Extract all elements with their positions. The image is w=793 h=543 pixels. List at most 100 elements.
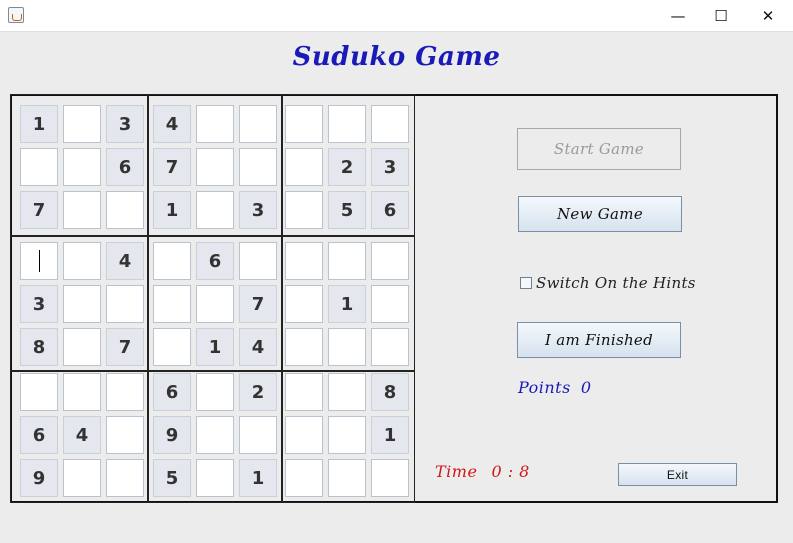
hints-toggle[interactable]: Switch On the Hints <box>520 274 696 292</box>
sudoku-cell[interactable] <box>371 328 409 366</box>
sudoku-cell[interactable] <box>285 285 323 323</box>
sudoku-cell: 9 <box>153 416 191 454</box>
timer-display: Time 0 : 8 <box>435 462 530 481</box>
sudoku-cell[interactable] <box>285 459 323 497</box>
text-caret <box>38 250 40 272</box>
sudoku-cell[interactable] <box>153 242 191 280</box>
sudoku-cell: 5 <box>153 459 191 497</box>
sudoku-cell[interactable] <box>196 148 234 186</box>
sudoku-cell: 1 <box>371 416 409 454</box>
sudoku-cell[interactable] <box>20 242 58 280</box>
points-value: 0 <box>580 378 592 397</box>
sudoku-cell: 8 <box>20 328 58 366</box>
sudoku-cell: 3 <box>106 105 144 143</box>
sudoku-cell: 6 <box>153 373 191 411</box>
sudoku-cell[interactable] <box>285 191 323 229</box>
sudoku-cell[interactable] <box>196 191 234 229</box>
sudoku-cell: 2 <box>239 373 277 411</box>
finished-button[interactable]: I am Finished <box>517 322 681 358</box>
sudoku-cell[interactable] <box>371 242 409 280</box>
sudoku-cell: 2 <box>328 148 366 186</box>
sudoku-cell[interactable] <box>328 373 366 411</box>
sudoku-cell: 1 <box>20 105 58 143</box>
sudoku-cell[interactable] <box>371 285 409 323</box>
sudoku-cell[interactable] <box>285 328 323 366</box>
sudoku-cell[interactable] <box>106 373 144 411</box>
sudoku-cell[interactable] <box>328 416 366 454</box>
sudoku-cell: 6 <box>106 148 144 186</box>
points-label: Points <box>518 378 571 397</box>
sudoku-cell[interactable] <box>328 242 366 280</box>
sudoku-cell: 4 <box>106 242 144 280</box>
start-game-button[interactable]: Start Game <box>517 128 681 170</box>
close-icon[interactable]: ✕ <box>745 0 791 31</box>
sudoku-cell[interactable] <box>63 191 101 229</box>
sudoku-cell[interactable] <box>239 242 277 280</box>
sudoku-cell[interactable] <box>239 105 277 143</box>
sudoku-cell: 3 <box>371 148 409 186</box>
sudoku-cell[interactable] <box>239 416 277 454</box>
sudoku-cell[interactable] <box>328 105 366 143</box>
sudoku-cell[interactable] <box>239 148 277 186</box>
sudoku-cell: 3 <box>239 191 277 229</box>
sudoku-cell[interactable] <box>371 105 409 143</box>
game-title: Suduko Game <box>292 42 501 72</box>
sudoku-cell: 8 <box>371 373 409 411</box>
timer-value: 0 : 8 <box>491 462 530 481</box>
sudoku-cell[interactable] <box>106 285 144 323</box>
maximize-icon[interactable]: ☐ <box>698 0 744 31</box>
sudoku-cell: 6 <box>20 416 58 454</box>
hints-checkbox[interactable] <box>520 277 532 289</box>
sudoku-cell[interactable] <box>328 328 366 366</box>
sudoku-cell: 1 <box>328 285 366 323</box>
sudoku-cell: 7 <box>239 285 277 323</box>
sudoku-cell: 4 <box>63 416 101 454</box>
sudoku-cell: 6 <box>196 242 234 280</box>
sudoku-cell: 4 <box>153 105 191 143</box>
sudoku-cell: 7 <box>153 148 191 186</box>
sudoku-cell[interactable] <box>63 373 101 411</box>
sudoku-cell: 9 <box>20 459 58 497</box>
sudoku-cell: 1 <box>196 328 234 366</box>
sudoku-cell[interactable] <box>371 459 409 497</box>
sudoku-cell[interactable] <box>196 459 234 497</box>
exit-button[interactable]: Exit <box>618 463 737 486</box>
sudoku-cell[interactable] <box>196 105 234 143</box>
sudoku-cell[interactable] <box>106 459 144 497</box>
sudoku-cell[interactable] <box>285 416 323 454</box>
sudoku-cell: 4 <box>239 328 277 366</box>
sudoku-cell[interactable] <box>285 373 323 411</box>
sudoku-cell[interactable] <box>63 148 101 186</box>
sudoku-cell[interactable] <box>20 148 58 186</box>
sudoku-cell[interactable] <box>328 459 366 497</box>
title-bar: — ☐ ✕ <box>0 0 793 32</box>
sudoku-cell[interactable] <box>285 148 323 186</box>
sudoku-cell[interactable] <box>63 105 101 143</box>
hints-label: Switch On the Hints <box>536 274 696 292</box>
sudoku-cell: 7 <box>20 191 58 229</box>
sudoku-cell[interactable] <box>63 328 101 366</box>
sudoku-cell: 3 <box>20 285 58 323</box>
new-game-button[interactable]: New Game <box>518 196 682 232</box>
sudoku-cell[interactable] <box>63 459 101 497</box>
sudoku-cell[interactable] <box>153 285 191 323</box>
sudoku-cell[interactable] <box>63 285 101 323</box>
sudoku-cell[interactable] <box>106 191 144 229</box>
timer-label: Time <box>435 462 478 481</box>
sudoku-cell[interactable] <box>196 373 234 411</box>
points-display: Points 0 <box>518 378 592 397</box>
sudoku-cell[interactable] <box>106 416 144 454</box>
sudoku-cell[interactable] <box>196 285 234 323</box>
sudoku-cell[interactable] <box>63 242 101 280</box>
sudoku-cell: 7 <box>106 328 144 366</box>
java-app-icon <box>8 7 24 23</box>
sudoku-cell: 5 <box>328 191 366 229</box>
sudoku-board: 1346723713564637187146286491951 <box>10 94 415 503</box>
sudoku-cell[interactable] <box>285 242 323 280</box>
sudoku-cell[interactable] <box>285 105 323 143</box>
sudoku-cell[interactable] <box>196 416 234 454</box>
sudoku-cell: 1 <box>239 459 277 497</box>
sudoku-cell[interactable] <box>20 373 58 411</box>
minimize-icon[interactable]: — <box>655 0 701 31</box>
sudoku-cell[interactable] <box>153 328 191 366</box>
